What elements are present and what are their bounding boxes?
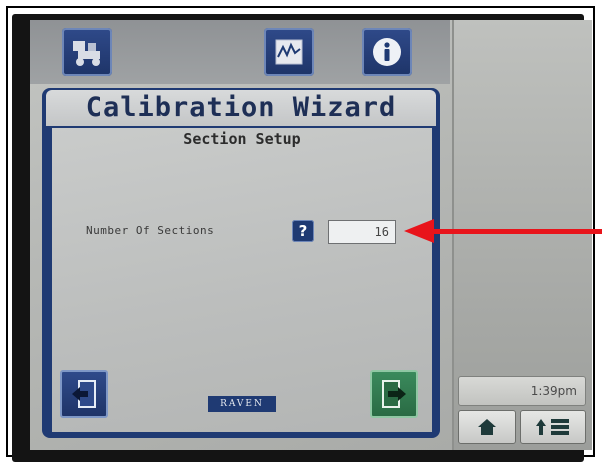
performance-chart-icon (275, 39, 303, 65)
home-icon (478, 419, 496, 435)
next-arrow-icon (382, 380, 406, 408)
back-arrow-icon (72, 380, 96, 408)
wizard-subtitle: Section Setup (183, 130, 301, 148)
annotation-arrow-shaft (430, 229, 602, 234)
machine-setup-icon (73, 41, 100, 66)
number-of-sections-input[interactable]: 16 (328, 220, 396, 244)
menu-button[interactable] (520, 410, 586, 444)
back-button[interactable] (60, 370, 108, 418)
next-button[interactable] (370, 370, 418, 418)
help-button[interactable]: ? (292, 220, 314, 242)
annotation-arrow-head (404, 219, 434, 243)
performance-button[interactable] (264, 28, 314, 76)
info-icon (373, 38, 401, 66)
machine-setup-button[interactable] (62, 28, 112, 76)
home-button[interactable] (458, 410, 516, 444)
menu-grid-icon (536, 419, 569, 435)
info-button[interactable] (362, 28, 412, 76)
raven-logo: RAVEN (208, 396, 276, 412)
number-of-sections-label: Number Of Sections (86, 224, 215, 237)
wizard-title: Calibration Wizard (46, 90, 436, 126)
clock-display: 1:39pm (458, 376, 586, 406)
